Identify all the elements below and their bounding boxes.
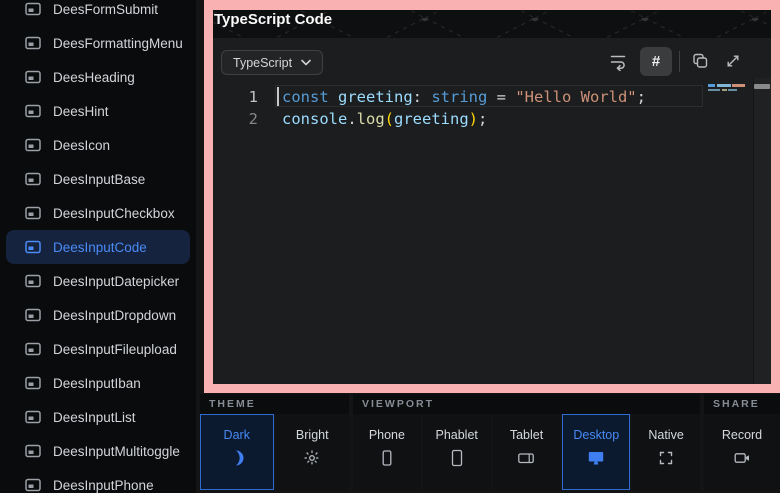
component-icon xyxy=(25,138,41,152)
viewport-native-button[interactable]: Native xyxy=(632,414,700,490)
scrollbar-track xyxy=(753,78,771,384)
code-line: 1 const greeting: string = "Hello World"… xyxy=(213,86,771,108)
component-icon xyxy=(25,240,41,254)
viewport-phablet-button[interactable]: Phablet xyxy=(423,414,491,490)
share-record-button[interactable]: Record xyxy=(704,414,780,490)
component-list: DeesFormSubmit DeesFormattingMenu DeesHe… xyxy=(0,0,196,493)
sidebar-item-label: DeesInputBase xyxy=(53,172,145,187)
theme-section: THEME Dark Bright xyxy=(200,394,349,493)
minimap-line xyxy=(708,84,752,87)
component-icon xyxy=(25,342,41,356)
toolbar-divider xyxy=(679,51,680,72)
sidebar-item-label: DeesHint xyxy=(53,104,109,119)
sidebar-item-label: DeesInputCode xyxy=(53,240,147,255)
phone-icon xyxy=(377,448,397,468)
expand-fullscreen-icon[interactable] xyxy=(723,51,743,71)
native-corners-icon xyxy=(656,448,676,468)
environment-toolbar: THEME Dark Bright VIEWPORT xyxy=(200,394,780,493)
sidebar-item-deesinputmultitoggle[interactable]: DeesInputMultitoggle xyxy=(6,434,190,468)
code-text: console.log(greeting); xyxy=(282,108,487,130)
share-section: SHARE Record xyxy=(704,394,780,493)
code-content[interactable]: 1 const greeting: string = "Hello World"… xyxy=(213,86,771,130)
sidebar-item-deesinputbase[interactable]: DeesInputBase xyxy=(6,162,190,196)
sidebar-item-deesheading[interactable]: DeesHeading xyxy=(6,60,190,94)
sidebar-item-deesinputiban[interactable]: DeesInputIban xyxy=(6,366,190,400)
sidebar-item-label: DeesFormattingMenu xyxy=(53,36,183,51)
sidebar-item-label: DeesInputFileupload xyxy=(53,342,177,357)
theme-dark-button[interactable]: Dark xyxy=(200,414,274,490)
code-text: const greeting: string = "Hello World"; xyxy=(282,86,646,108)
sun-icon xyxy=(302,448,322,468)
theme-section-label: THEME xyxy=(200,394,349,414)
sidebar-item-label: DeesInputList xyxy=(53,410,136,425)
component-icon xyxy=(25,70,41,84)
sidebar-item-deesinputcode[interactable]: DeesInputCode xyxy=(6,230,190,264)
chevron-down-icon xyxy=(301,59,311,66)
phablet-icon xyxy=(447,448,467,468)
code-line: 2 console.log(greeting); xyxy=(213,108,771,130)
scrollbar-thumb[interactable] xyxy=(754,84,770,89)
component-icon xyxy=(25,104,41,118)
component-sidebar: DeesFormSubmit DeesFormattingMenu DeesHe… xyxy=(0,0,196,493)
minimap[interactable] xyxy=(708,84,752,93)
line-number: 2 xyxy=(213,108,258,130)
hash-icon: # xyxy=(652,53,660,70)
sidebar-item-deesinputphone[interactable]: DeesInputPhone xyxy=(6,468,190,493)
sidebar-item-deesinputdropdown[interactable]: DeesInputDropdown xyxy=(6,298,190,332)
sidebar-item-label: DeesInputMultitoggle xyxy=(53,444,180,459)
sidebar-item-deesicon[interactable]: DeesIcon xyxy=(6,128,190,162)
sidebar-item-deesinputfileupload[interactable]: DeesInputFileupload xyxy=(6,332,190,366)
sidebar-item-label: DeesInputDropdown xyxy=(53,308,176,323)
desktop-icon xyxy=(586,448,606,468)
minimap-line xyxy=(708,89,752,92)
record-icon xyxy=(732,448,752,468)
tablet-icon xyxy=(516,448,536,468)
line-number: 1 xyxy=(213,86,258,108)
sidebar-item-deesformattingmenu[interactable]: DeesFormattingMenu xyxy=(6,26,190,60)
component-icon xyxy=(25,478,41,492)
sidebar-item-deesinputlist[interactable]: DeesInputList xyxy=(6,400,190,434)
component-icon xyxy=(25,444,41,458)
sidebar-item-deesinputdatepicker[interactable]: DeesInputDatepicker xyxy=(6,264,190,298)
component-icon xyxy=(25,172,41,186)
component-icon xyxy=(25,376,41,390)
copy-icon[interactable] xyxy=(690,51,710,71)
sidebar-item-label: DeesInputCheckbox xyxy=(53,206,175,221)
sidebar-item-label: DeesInputPhone xyxy=(53,478,154,493)
component-icon xyxy=(25,308,41,322)
sidebar-item-deeshint[interactable]: DeesHint xyxy=(6,94,190,128)
language-select-button[interactable]: TypeScript xyxy=(221,50,323,75)
component-icon xyxy=(25,274,41,288)
viewport-section: VIEWPORT Phone Phablet Tablet xyxy=(353,394,700,493)
sidebar-item-label: DeesIcon xyxy=(53,138,110,153)
sidebar-item-label: DeesFormSubmit xyxy=(53,2,158,17)
moon-icon xyxy=(227,448,247,468)
viewport-desktop-button[interactable]: Desktop xyxy=(562,414,630,490)
viewport-tablet-button[interactable]: Tablet xyxy=(493,414,561,490)
language-select-label: TypeScript xyxy=(233,56,292,70)
share-section-label: SHARE xyxy=(704,394,780,414)
sidebar-item-label: DeesInputDatepicker xyxy=(53,274,179,289)
line-numbers-toggle-button[interactable]: # xyxy=(640,47,672,76)
sidebar-item-deesformsubmit[interactable]: DeesFormSubmit xyxy=(6,0,190,26)
demo-viewport: TypeScript Code TypeScript # xyxy=(213,10,771,384)
sidebar-item-deesinputcheckbox[interactable]: DeesInputCheckbox xyxy=(6,196,190,230)
component-icon xyxy=(25,206,41,220)
demo-frame: TypeScript Code TypeScript # xyxy=(204,0,780,393)
viewport-section-label: VIEWPORT xyxy=(353,394,700,414)
demo-title: TypeScript Code xyxy=(214,11,332,28)
component-icon xyxy=(25,2,41,16)
component-icon xyxy=(25,36,41,50)
word-wrap-icon[interactable] xyxy=(608,51,628,71)
code-editor: TypeScript # xyxy=(213,38,771,384)
sidebar-item-label: DeesHeading xyxy=(53,70,135,85)
component-icon xyxy=(25,410,41,424)
theme-bright-button[interactable]: Bright xyxy=(276,414,350,490)
sidebar-item-label: DeesInputIban xyxy=(53,376,141,391)
viewport-phone-button[interactable]: Phone xyxy=(353,414,421,490)
